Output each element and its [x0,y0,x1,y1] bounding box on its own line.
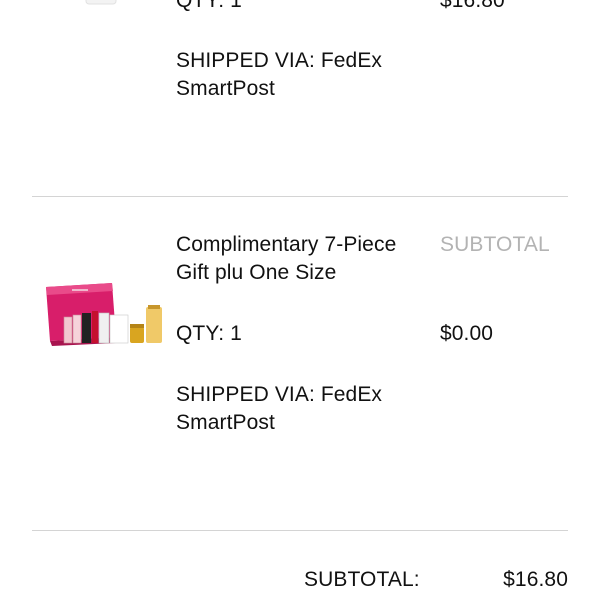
item-price: $0.00 [440,322,494,345]
product-image-top [80,0,122,24]
divider [32,530,568,531]
shipping-method: SHIPPED VIA: FedEx [176,383,383,406]
shipping-method-continued: SmartPost [176,411,275,434]
order-subtotal-label: SUBTOTAL: [304,568,420,591]
subtotal-column-label: SUBTOTAL [440,233,550,256]
order-subtotal-value: $16.80 [503,568,568,591]
item-qty: QTY: 1 [176,0,242,12]
item-price: $16.80 [440,0,505,12]
product-name-continued: Gift plu One Size [176,261,337,284]
gift-set-product-image [42,277,170,349]
item-qty: QTY: 1 [176,322,242,345]
shipping-method: SHIPPED VIA: FedEx [176,49,383,72]
product-name: Complimentary 7-Piece [176,233,397,256]
shipping-method-continued: SmartPost [176,77,275,100]
divider [32,196,568,197]
order-summary-screen: QTY: 1 $16.80 SHIPPED VIA: FedEx SmartPo… [0,0,600,600]
